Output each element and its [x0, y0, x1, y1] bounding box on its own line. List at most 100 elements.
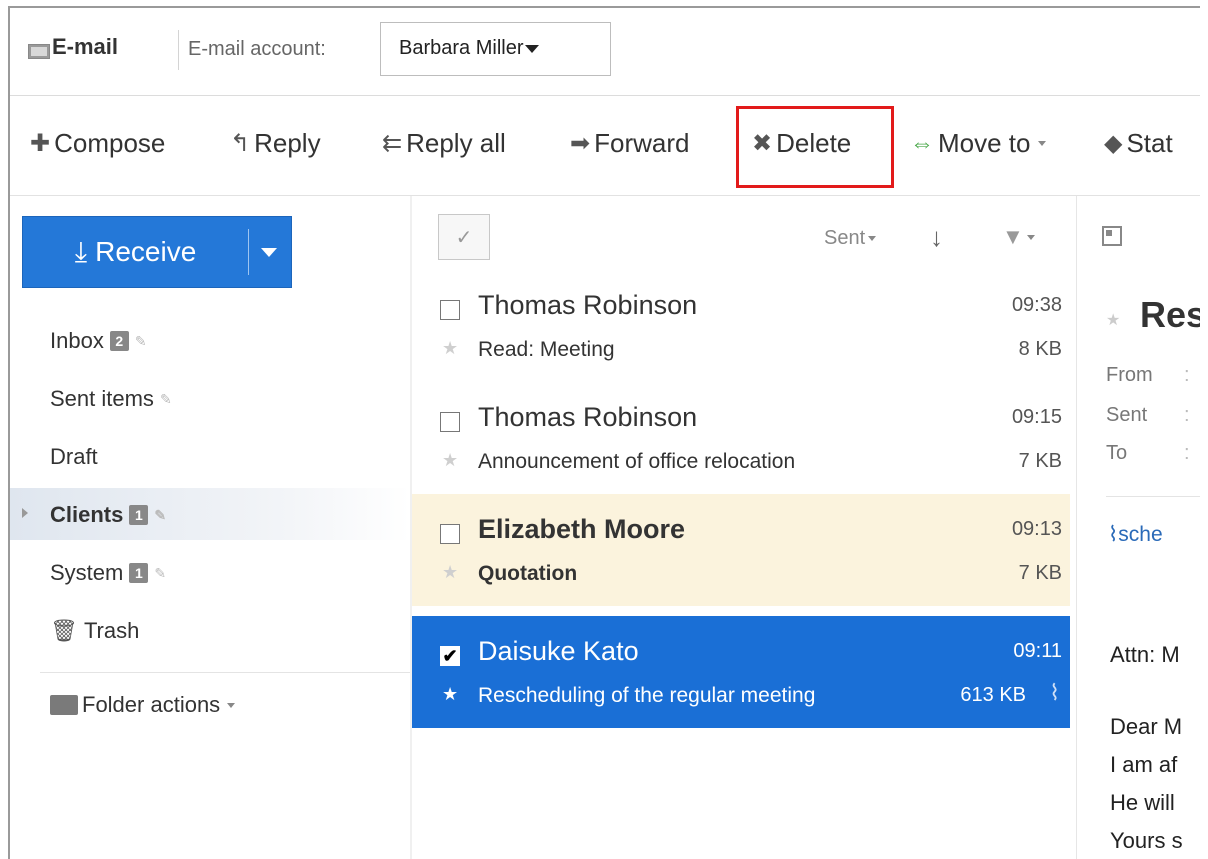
folder-system[interactable]: System 1 ✎	[50, 560, 166, 586]
preview-divider	[1076, 196, 1077, 859]
compose-button[interactable]: ✚ Compose	[30, 128, 165, 159]
message-sender: Daisuke Kato	[478, 636, 639, 666]
receive-label: Receive	[95, 236, 197, 267]
expand-triangle-icon[interactable]	[22, 508, 28, 518]
message-time: 09:15	[1011, 406, 1062, 428]
row-checkbox[interactable]	[440, 412, 460, 432]
body-line: I am af	[1110, 752, 1178, 777]
filter-dropdown[interactable]: ▼	[1002, 224, 1035, 250]
chevron-down-icon	[525, 44, 540, 53]
select-all-checkbox[interactable]: ✓	[438, 214, 490, 260]
preview-subject-title: Res	[1140, 294, 1200, 335]
tag-icon: ◆	[1104, 130, 1123, 157]
message-subject: Read: Meeting	[478, 338, 615, 361]
folder-label: System	[50, 560, 124, 585]
reply-all-button[interactable]: ⇇ Reply all	[382, 128, 506, 159]
message-sender: Thomas Robinson	[478, 290, 698, 320]
status-button[interactable]: ◆ Stat	[1104, 128, 1173, 159]
chevron-down-icon	[1037, 141, 1046, 146]
sort-direction-arrow-icon[interactable]: ↓	[930, 222, 943, 253]
receive-divider	[248, 229, 249, 275]
to-label: To	[1106, 442, 1128, 464]
status-label: Stat	[1126, 128, 1173, 158]
sort-dropdown[interactable]: Sent	[824, 227, 877, 250]
sent-colon: :	[1184, 404, 1190, 426]
message-row-selected[interactable]: ✔ Daisuke Kato 09:11 ★ Rescheduling of t…	[412, 616, 1070, 728]
from-label: From	[1106, 364, 1153, 386]
body-line: He will	[1110, 790, 1175, 815]
to-colon: :	[1184, 442, 1190, 464]
message-row[interactable]: Thomas Robinson 09:38 ★ Read: Meeting 8 …	[412, 270, 1070, 382]
account-selected-value: Barbara Miller	[399, 37, 524, 59]
row-checkbox[interactable]	[440, 524, 460, 544]
folder-label: Clients	[50, 502, 124, 527]
folder-sent-items[interactable]: Sent items ✎	[50, 386, 172, 412]
message-subject: Announcement of office relocation	[478, 450, 796, 473]
message-size: 7 KB	[1018, 562, 1062, 584]
folder-trash[interactable]: 🗑 Trash	[50, 618, 139, 644]
sidebar-divider	[40, 672, 410, 673]
message-row-unread[interactable]: Elizabeth Moore 09:13 ★ Quotation 7 KB	[412, 494, 1070, 606]
delete-button[interactable]: ✖ Delete	[752, 128, 851, 159]
filter-icon: ▼	[1002, 224, 1024, 249]
body-line: Attn: M	[1110, 642, 1180, 667]
reply-all-label: Reply all	[406, 128, 506, 158]
delete-label: Delete	[776, 128, 852, 158]
message-size: 7 KB	[1018, 450, 1062, 472]
folder-icon	[50, 695, 78, 715]
body-line: Dear M	[1110, 714, 1183, 739]
plus-icon: ✚	[30, 130, 51, 157]
reply-button[interactable]: ↰ Reply	[230, 128, 321, 159]
message-size: 8 KB	[1018, 338, 1062, 360]
unread-count-badge: 2	[109, 331, 129, 351]
account-label: E-mail account:	[188, 38, 326, 60]
receive-button[interactable]: ⤓ Receive	[23, 217, 248, 287]
folder-label: Draft	[50, 444, 98, 469]
row-checkbox[interactable]	[440, 300, 460, 320]
unread-count-badge: 1	[129, 505, 149, 525]
delete-x-icon: ✖	[752, 130, 773, 157]
folder-draft[interactable]: Draft	[50, 444, 98, 470]
action-toolbar: ✚ Compose ↰ Reply ⇇ Reply all ➡ Forward ✖ Del…	[10, 96, 1200, 196]
message-subject: Rescheduling of the regular meeting	[478, 684, 816, 707]
receive-dropdown-chevron-icon[interactable]	[261, 248, 277, 257]
star-icon[interactable]: ★	[442, 450, 458, 471]
folder-inbox[interactable]: Inbox 2 ✎	[50, 328, 147, 354]
message-sender: Elizabeth Moore	[478, 514, 686, 544]
paperclip-icon: ⌇	[1108, 523, 1119, 546]
star-icon[interactable]: ★	[442, 338, 458, 359]
message-row[interactable]: Thomas Robinson 09:15 ★ Announcement of …	[412, 382, 1070, 494]
compose-label: Compose	[54, 128, 166, 158]
forward-button[interactable]: ➡ Forward	[570, 128, 689, 159]
feather-icon: ✎	[134, 332, 147, 349]
star-icon[interactable]: ★	[442, 684, 458, 705]
feather-icon: ✎	[154, 564, 167, 581]
reply-icon: ↰	[230, 130, 251, 157]
move-arrows-icon: ⇔	[910, 129, 934, 157]
forward-icon: ➡	[570, 130, 591, 157]
app-window: E-mail E-mail account: Barbara Miller ✚ C…	[8, 6, 1200, 859]
folder-clients[interactable]: Clients 1 ✎	[50, 502, 166, 528]
move-to-button[interactable]: ⇔ Move to	[910, 128, 1046, 159]
row-checkbox-checked[interactable]: ✔	[440, 646, 460, 666]
preview-header-divider	[1106, 496, 1200, 497]
checkmark-icon: ✓	[455, 226, 473, 249]
attachment-name: sche	[1118, 523, 1163, 546]
attachment-link[interactable]: ⌇sche	[1108, 522, 1163, 547]
star-icon[interactable]: ★	[442, 562, 458, 583]
star-icon[interactable]: ★	[1106, 310, 1120, 330]
download-icon: ⤓	[74, 235, 88, 267]
app-title: E-mail	[52, 34, 119, 59]
folder-label: Sent items	[50, 386, 154, 411]
feather-icon: ✎	[159, 390, 172, 407]
message-time: 09:13	[1011, 518, 1062, 540]
message-time: 09:11	[1013, 640, 1062, 662]
move-to-label: Move to	[938, 128, 1031, 158]
expand-preview-icon[interactable]	[1102, 226, 1122, 246]
email-app-icon	[28, 44, 50, 59]
trash-icon: 🗑	[50, 618, 78, 643]
account-dropdown[interactable]: Barbara Miller	[380, 22, 611, 76]
preview-pane: ★ Res From : Sent : To : ⌇sche Attn: M D…	[1088, 196, 1200, 859]
forward-label: Forward	[594, 128, 690, 158]
folder-actions-menu[interactable]: Folder actions	[50, 692, 236, 718]
